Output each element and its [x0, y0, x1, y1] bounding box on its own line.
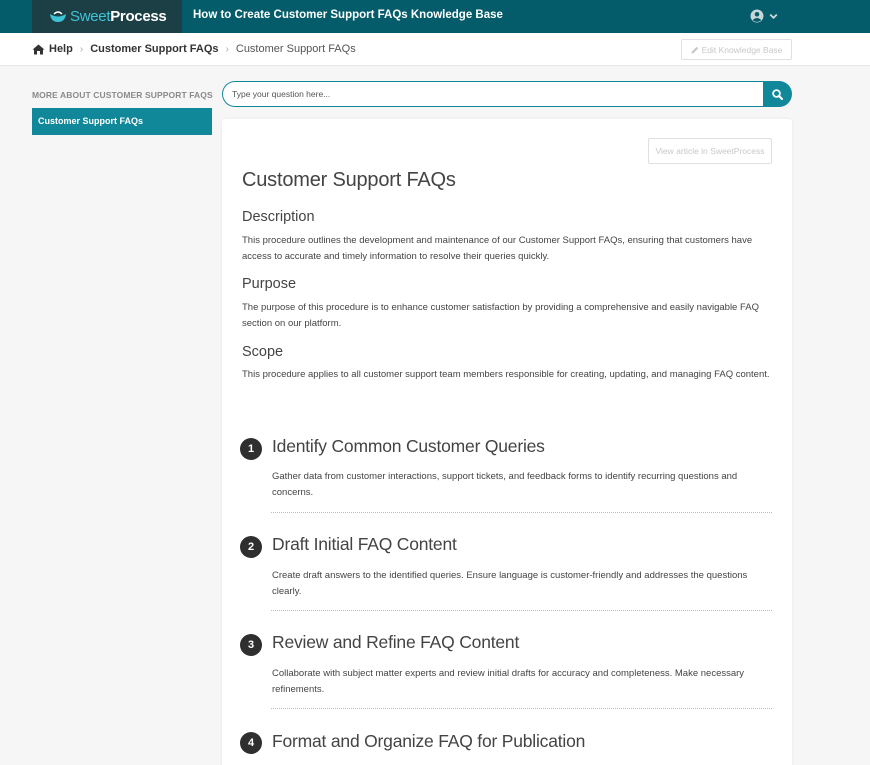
- section-heading-scope: Scope: [242, 344, 284, 360]
- sidebar-heading: MORE ABOUT CUSTOMER SUPPORT FAQS: [32, 90, 213, 100]
- step-divider: [271, 610, 772, 611]
- step-title[interactable]: Review and Refine FAQ Content: [272, 632, 519, 653]
- breadcrumb-separator-icon: ›: [79, 43, 84, 55]
- search-bar: [222, 81, 792, 107]
- user-menu[interactable]: [750, 9, 778, 23]
- section-text-purpose: The purpose of this procedure is to enha…: [242, 302, 759, 329]
- step-number-badge: 2: [240, 536, 262, 558]
- step-number-badge: 4: [240, 732, 262, 754]
- search-icon: [772, 88, 783, 100]
- step-divider: [271, 512, 772, 513]
- user-circle-icon: [750, 9, 764, 23]
- logo-text-sweet: Sweet: [70, 8, 111, 25]
- section-heading-description: Description: [242, 209, 315, 225]
- section-text-scope: This procedure applies to all customer s…: [242, 369, 770, 380]
- logo-cup-icon: [50, 11, 66, 22]
- page-header-title: How to Create Customer Support FAQs Know…: [193, 9, 503, 21]
- sidebar-item-customer-support-faqs[interactable]: Customer Support FAQs: [32, 108, 212, 135]
- section-heading-purpose: Purpose: [242, 276, 297, 292]
- article-title: Customer Support FAQs: [242, 169, 456, 191]
- step-description: Create draft answers to the identified q…: [272, 570, 748, 597]
- chevron-down-icon: [769, 13, 778, 19]
- top-bar: SweetProcess How to Create Customer Supp…: [0, 0, 870, 33]
- breadcrumb-home-label: Help: [49, 43, 73, 55]
- home-icon: [32, 44, 45, 54]
- breadcrumb-home[interactable]: Help: [32, 43, 73, 55]
- logo[interactable]: SweetProcess: [32, 0, 182, 33]
- step-divider: [271, 708, 772, 709]
- breadcrumb-item[interactable]: Customer Support FAQs: [90, 43, 218, 55]
- pencil-icon: [691, 46, 698, 53]
- search-button[interactable]: [763, 81, 792, 107]
- step-number-badge: 3: [240, 634, 262, 656]
- step-number-badge: 1: [240, 438, 262, 460]
- edit-knowledge-base-button[interactable]: Edit Knowledge Base: [681, 39, 792, 60]
- edit-knowledge-base-label: Edit Knowledge Base: [701, 44, 783, 55]
- step-description: Gather data from customer interactions, …: [272, 471, 738, 498]
- step-title[interactable]: Format and Organize FAQ for Publication: [272, 731, 585, 752]
- section-text-description: This procedure outlines the development …: [242, 235, 753, 262]
- view-article-button[interactable]: View article in SweetProcess: [648, 138, 772, 164]
- search-input[interactable]: [222, 81, 766, 107]
- breadcrumb-current: Customer Support FAQs: [235, 43, 356, 55]
- breadcrumb-separator-icon: ›: [225, 43, 229, 55]
- article-card: View article in SweetProcess Customer Su…: [222, 119, 792, 765]
- logo-text-process: Process: [110, 8, 167, 25]
- step-title[interactable]: Identify Common Customer Queries: [272, 436, 545, 457]
- breadcrumb: Help › Customer Support FAQs › Customer …: [32, 43, 356, 55]
- step-description: Collaborate with subject matter experts …: [272, 668, 745, 695]
- step-title[interactable]: Draft Initial FAQ Content: [272, 534, 457, 555]
